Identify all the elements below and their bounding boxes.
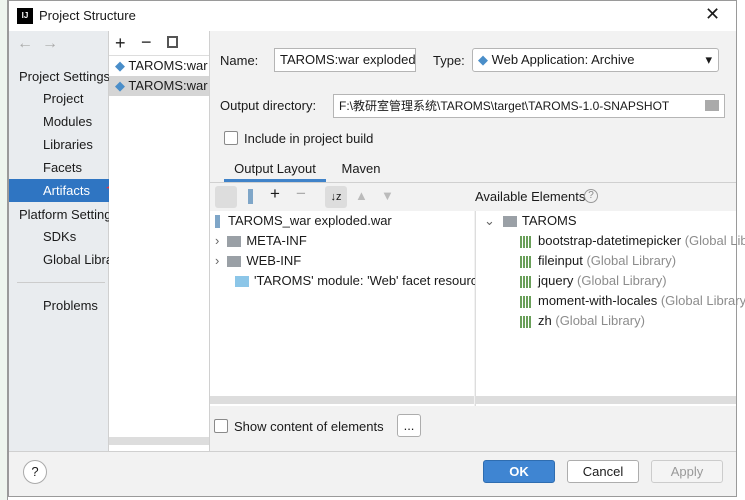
- sidebar-item-facets[interactable]: Facets: [9, 156, 109, 179]
- library-icon: [520, 295, 532, 308]
- title-bar: IJ Project Structure ✕: [9, 1, 736, 31]
- forward-icon[interactable]: →: [42, 35, 58, 53]
- chevron-down-icon: ⌄: [484, 213, 495, 228]
- web-artifact-icon: ◆: [115, 78, 125, 93]
- help-button[interactable]: ?: [23, 460, 47, 484]
- tab-maven[interactable]: Maven: [331, 156, 391, 182]
- web-facet-icon: [235, 276, 249, 288]
- add-copy-icon[interactable]: +: [270, 184, 280, 204]
- create-directory-icon[interactable]: [215, 186, 237, 208]
- library-item[interactable]: fileinput (Global Library): [520, 251, 676, 271]
- tree-node[interactable]: › META-INF: [215, 231, 307, 251]
- web-icon: ◆: [478, 52, 488, 67]
- sidebar-item-problems[interactable]: Problems: [9, 294, 109, 317]
- chevron-right-icon: ›: [215, 253, 220, 268]
- folder-icon: [227, 256, 242, 268]
- add-icon[interactable]: +: [115, 33, 126, 54]
- sort-icon[interactable]: ↓z: [325, 186, 347, 208]
- divider: [17, 282, 105, 283]
- tab-output-layout[interactable]: Output Layout: [224, 156, 326, 182]
- include-in-build-checkbox[interactable]: [224, 131, 238, 145]
- library-icon: [520, 315, 532, 328]
- library-item[interactable]: bootstrap-datetimepicker (Global Library…: [520, 231, 745, 251]
- name-input[interactable]: TAROMS:war exploded: [274, 48, 416, 72]
- artifact-item[interactable]: ◆ TAROMS:war: [109, 56, 209, 76]
- dialog-footer: ? OK Cancel Apply: [9, 451, 736, 496]
- move-down-icon[interactable]: ▼: [381, 188, 394, 203]
- tree-node[interactable]: › WEB-INF: [215, 251, 301, 271]
- chevron-down-icon: ▾: [705, 52, 712, 67]
- web-artifact-icon: ◆: [115, 58, 125, 73]
- include-in-build-label: Include in project build: [244, 131, 374, 146]
- back-icon[interactable]: ←: [17, 35, 33, 53]
- project-structure-dialog: IJ Project Structure ✕ ← → Project Setti…: [8, 0, 745, 497]
- library-icon: [520, 235, 532, 248]
- module-icon: [502, 216, 517, 228]
- chevron-right-icon: ›: [215, 233, 220, 248]
- sidebar-item-project[interactable]: Project: [9, 87, 109, 110]
- tree-root[interactable]: ⌄ TAROMS: [484, 211, 577, 231]
- ok-button[interactable]: OK: [483, 460, 555, 483]
- type-label: Type:: [433, 53, 465, 68]
- intellij-icon: IJ: [17, 8, 33, 24]
- show-content-checkbox[interactable]: [214, 419, 228, 433]
- output-layout-tree: TAROMS_war exploded.war › META-INF › WEB-I…: [210, 211, 475, 406]
- library-icon: [520, 275, 532, 288]
- platform-settings-header: Platform Settings: [19, 207, 109, 222]
- tree-node[interactable]: 'TAROMS' module: 'Web' facet resources: [235, 271, 475, 291]
- artifacts-list: + − ◆ TAROMS:war ◆ TAROMS:war exploded: [109, 31, 210, 451]
- horizontal-scrollbar[interactable]: [210, 396, 474, 404]
- window-title: Project Structure: [39, 8, 136, 23]
- help-icon[interactable]: ?: [584, 189, 598, 203]
- sidebar-item-libraries[interactable]: Libraries: [9, 133, 109, 156]
- background-editor: [0, 0, 8, 500]
- output-directory-input[interactable]: F:\教研室管理系统\TAROMS\target\TAROMS-1.0-SNAP…: [333, 94, 725, 118]
- remove-element-icon[interactable]: −: [296, 184, 306, 204]
- sidebar: ← → Project Settings Project Modules Lib…: [9, 31, 109, 451]
- available-elements-tree: ⌄ TAROMS bootstrap-datetimepicker (Global…: [475, 211, 745, 406]
- library-item[interactable]: jquery (Global Library): [520, 271, 667, 291]
- output-directory-label: Output directory:: [220, 98, 317, 113]
- horizontal-scrollbar[interactable]: [109, 437, 209, 445]
- sidebar-item-modules[interactable]: Modules: [9, 110, 109, 133]
- library-item[interactable]: zh (Global Library): [520, 311, 645, 331]
- available-elements-header: Available Elements: [475, 189, 586, 204]
- apply-button[interactable]: Apply: [651, 460, 723, 483]
- artifact-item-selected[interactable]: ◆ TAROMS:war exploded: [109, 76, 209, 96]
- archive-icon[interactable]: [248, 189, 253, 204]
- cancel-button[interactable]: Cancel: [567, 460, 639, 483]
- archive-icon: [215, 215, 220, 229]
- sidebar-item-global-libraries[interactable]: Global Libraries: [9, 248, 109, 271]
- project-settings-header: Project Settings: [19, 69, 109, 84]
- horizontal-scrollbar[interactable]: [475, 396, 736, 404]
- folder-browse-icon[interactable]: [705, 100, 719, 111]
- library-item[interactable]: moment-with-locales (Global Library): [520, 291, 745, 311]
- sidebar-item-sdks[interactable]: SDKs: [9, 225, 109, 248]
- name-label: Name:: [220, 53, 259, 68]
- tree-root[interactable]: TAROMS_war exploded.war: [215, 211, 392, 231]
- library-icon: [520, 255, 532, 268]
- type-select[interactable]: ◆ Web Application: Archive ▾: [472, 48, 719, 72]
- remove-icon[interactable]: −: [141, 32, 152, 53]
- show-content-label: Show content of elements: [234, 419, 384, 434]
- copy-icon[interactable]: [167, 36, 178, 48]
- sidebar-item-artifacts[interactable]: Artifacts: [9, 179, 109, 202]
- move-up-icon[interactable]: ▲: [355, 188, 368, 203]
- ellipsis-button[interactable]: ...: [397, 414, 421, 437]
- close-icon[interactable]: ✕: [705, 4, 720, 25]
- folder-icon: [227, 236, 242, 248]
- layout-toolbar: + − ↓z ▲ ▼ Available Elements ?: [210, 183, 736, 211]
